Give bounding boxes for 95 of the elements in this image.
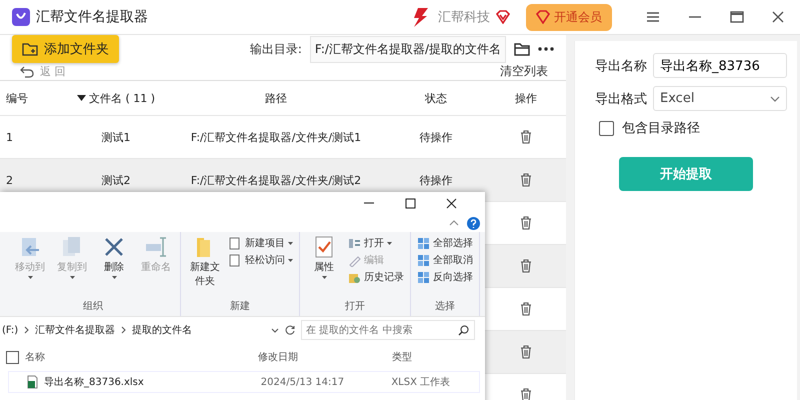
diamond-icon bbox=[496, 10, 510, 24]
checkbox-label: 包含目录路径 bbox=[622, 120, 700, 137]
ribbon-button[interactable]: 全部选择 bbox=[417, 236, 473, 250]
breadcrumb[interactable]: 提取的文件名 bbox=[132, 323, 192, 337]
new-page-icon bbox=[229, 236, 242, 250]
pencil-icon bbox=[348, 254, 361, 266]
ribbon-button[interactable]: 打开 bbox=[348, 236, 404, 250]
table-cell-text: 测试1 bbox=[100, 130, 132, 144]
column-header[interactable]: 编号 bbox=[0, 90, 66, 106]
brand-name: 汇帮科技 bbox=[438, 9, 490, 26]
ribbon-button[interactable]: 新建项目 bbox=[229, 236, 293, 250]
trash-icon[interactable] bbox=[520, 216, 532, 230]
maximize-icon[interactable] bbox=[730, 11, 744, 23]
select-all-checkbox[interactable] bbox=[6, 350, 19, 364]
copy-icon bbox=[61, 236, 83, 258]
column-header[interactable]: 文件名 ( 11 ) bbox=[66, 90, 166, 106]
move-icon bbox=[19, 236, 41, 258]
chevron-right-icon bbox=[24, 326, 30, 334]
maximize-icon[interactable] bbox=[405, 198, 416, 208]
table-cell-text: 1 bbox=[5, 130, 14, 144]
column-header[interactable]: 状态 bbox=[386, 90, 486, 106]
refresh-icon bbox=[285, 325, 295, 335]
column-header[interactable]: 类型 bbox=[392, 350, 482, 364]
table-cell-text: F:/汇帮文件名提取器/文件夹/测试2 bbox=[190, 172, 362, 188]
ribbon-group-label: 打开 bbox=[344, 300, 366, 313]
grid-icon bbox=[417, 270, 430, 284]
caret-icon bbox=[28, 276, 32, 279]
ribbon-button[interactable]: 新建文件夹 bbox=[187, 236, 223, 288]
table-cell-text: 待操作 bbox=[418, 172, 454, 188]
trash-icon[interactable] bbox=[520, 130, 532, 144]
help-icon[interactable] bbox=[467, 216, 480, 230]
checkbox[interactable] bbox=[599, 120, 614, 136]
column-header[interactable]: 路径 bbox=[166, 90, 386, 106]
ribbon-button[interactable]: 全部取消 bbox=[417, 253, 473, 267]
export-name-label: 导出名称 bbox=[595, 58, 647, 74]
caret-icon bbox=[288, 258, 293, 262]
caret-icon bbox=[112, 276, 116, 279]
grid-icon bbox=[417, 254, 430, 266]
chevron-up-icon[interactable] bbox=[449, 220, 459, 226]
folder-plus-icon bbox=[22, 42, 38, 56]
export-name-field[interactable]: 导出名称_83736 bbox=[653, 53, 787, 78]
export-format-dropdown[interactable]: Excel bbox=[653, 86, 787, 111]
caret-icon bbox=[70, 276, 74, 279]
ribbon-group-label: 组织 bbox=[82, 300, 104, 313]
close-icon[interactable] bbox=[446, 198, 457, 208]
new-page-icon bbox=[229, 254, 242, 266]
trash-icon[interactable] bbox=[520, 259, 532, 273]
app-logo-icon bbox=[12, 8, 30, 26]
trash-icon[interactable] bbox=[520, 388, 532, 400]
caret-icon bbox=[322, 276, 326, 279]
ribbon-button[interactable]: 属性 bbox=[306, 236, 342, 284]
checklist-icon bbox=[313, 236, 335, 258]
breadcrumb[interactable]: (F:) bbox=[2, 324, 18, 336]
table-cell-text: F:/汇帮文件名提取器/文件夹/测试1 bbox=[190, 130, 362, 144]
close-icon[interactable] bbox=[772, 11, 784, 23]
undo-icon bbox=[20, 66, 34, 78]
ribbon-group-label: 新建 bbox=[229, 300, 251, 313]
table-cell-text: 2 bbox=[5, 174, 14, 186]
add-folder-button[interactable]: 添加文件夹 bbox=[12, 35, 119, 63]
chevron-down-icon bbox=[770, 96, 780, 102]
table-cell-text: 待操作 bbox=[418, 130, 454, 144]
file-row[interactable]: 导出名称_83736.xlsx 2024/5/13 14:17 XLSX 工作表 bbox=[8, 371, 480, 393]
rename-icon bbox=[145, 236, 167, 258]
column-header[interactable]: 操作 bbox=[486, 90, 566, 106]
output-label: 输出目录: bbox=[250, 40, 302, 58]
clear-list-button[interactable]: 清空列表 bbox=[500, 63, 548, 80]
ribbon-button[interactable]: 反向选择 bbox=[417, 270, 473, 284]
ribbon-button[interactable]: 历史记录 bbox=[348, 270, 404, 284]
open-icon bbox=[348, 236, 361, 250]
grid-icon bbox=[417, 236, 430, 250]
ribbon-group-label: 选择 bbox=[434, 300, 456, 313]
trash-icon[interactable] bbox=[520, 173, 532, 187]
menu-icon[interactable] bbox=[646, 11, 660, 23]
chevron-right-icon bbox=[121, 326, 126, 334]
sort-down-icon bbox=[76, 95, 86, 101]
column-header[interactable]: 名称 bbox=[25, 350, 45, 364]
search-field[interactable]: 在 提取的文件名 中搜索 bbox=[301, 320, 475, 340]
breadcrumb[interactable]: 汇帮文件名提取器 bbox=[35, 323, 116, 337]
table-cell-text: 测试2 bbox=[100, 172, 132, 188]
output-path-field[interactable]: F:/汇帮文件名提取器/提取的文件名 bbox=[310, 36, 506, 62]
delete-icon bbox=[103, 236, 125, 258]
diamond-icon bbox=[536, 10, 550, 24]
export-format-label: 导出格式 bbox=[595, 90, 647, 108]
more-icon[interactable] bbox=[538, 47, 554, 51]
chevron-down-icon bbox=[271, 328, 279, 332]
folder-icon[interactable] bbox=[514, 42, 530, 56]
address-bar[interactable]: (F:) 汇帮文件名提取器 提取的文件名 bbox=[2, 321, 295, 339]
ribbon-button[interactable]: 轻松访问 bbox=[229, 253, 293, 267]
app-title: 汇帮文件名提取器 bbox=[36, 8, 148, 26]
trash-icon[interactable] bbox=[520, 302, 532, 316]
trash-icon[interactable] bbox=[520, 345, 532, 359]
ribbon-button[interactable]: 删除 bbox=[96, 236, 132, 279]
search-icon[interactable] bbox=[458, 325, 469, 336]
column-header[interactable]: 修改日期 bbox=[258, 350, 392, 364]
spreadsheet-file-icon bbox=[27, 375, 38, 389]
